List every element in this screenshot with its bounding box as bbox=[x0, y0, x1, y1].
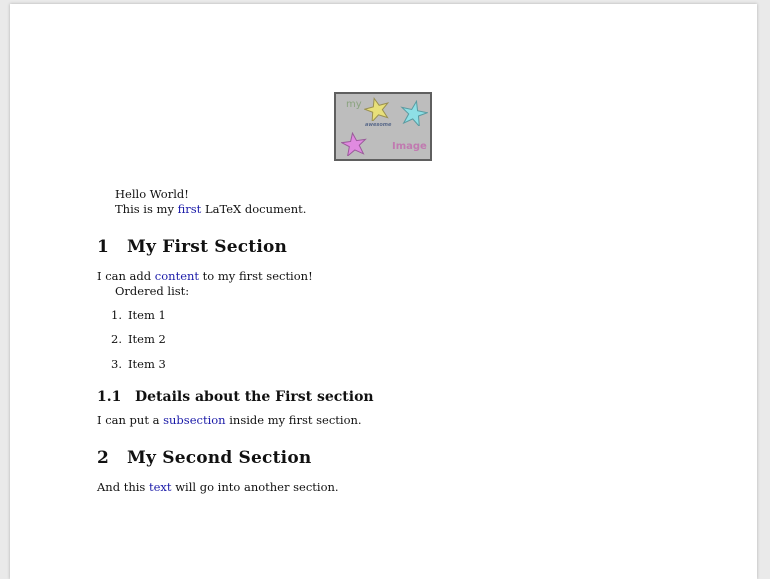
intro-line-hello: Hello World! bbox=[115, 187, 189, 201]
pink-star-icon bbox=[341, 132, 367, 156]
section-1-body-end: to my first section! bbox=[199, 269, 313, 283]
section-2-body-text: And this bbox=[97, 480, 149, 494]
ordered-list-label: Ordered list: bbox=[115, 284, 190, 298]
figure-word-awesome: awesome bbox=[365, 122, 392, 128]
subsection-1-1-heading: 1.1 Details about the First section bbox=[97, 389, 374, 405]
subsection-number: 1.1 bbox=[97, 389, 122, 405]
list-item-marker: 2. bbox=[111, 332, 122, 346]
intro-text: This is my bbox=[115, 202, 178, 216]
intro-text-end: LaTeX document. bbox=[201, 202, 307, 216]
section-2-body-end: will go into another section. bbox=[171, 480, 339, 494]
subsection-body-text: I can put a bbox=[97, 413, 164, 427]
figure-word-image: Image bbox=[392, 141, 427, 152]
section-1-heading: 1 My First Section bbox=[97, 237, 287, 257]
awesome-image-figure: my awesome Image bbox=[334, 92, 432, 161]
list-item-text: Item 3 bbox=[128, 357, 166, 371]
section-2-heading: 2 My Second Section bbox=[97, 448, 311, 468]
yellow-star-icon bbox=[364, 97, 390, 121]
section-1-body-text: I can add bbox=[97, 269, 155, 283]
section-2-keyword: text bbox=[149, 480, 172, 494]
subsection-1-1-body: I can put a subsection inside my first s… bbox=[97, 413, 362, 427]
list-item-text: Item 2 bbox=[128, 332, 166, 346]
list-item: 3. Item 3 bbox=[111, 357, 166, 371]
cyan-star-icon bbox=[400, 100, 428, 126]
section-1-number: 1 bbox=[97, 237, 110, 257]
list-item: 1. Item 1 bbox=[111, 308, 166, 322]
section-2-body: And this text will go into another secti… bbox=[97, 480, 339, 494]
section-1-body: I can add content to my first section! bbox=[97, 269, 313, 283]
list-item-marker: 3. bbox=[111, 357, 122, 371]
section-2-number: 2 bbox=[97, 448, 110, 468]
intro-keyword: first bbox=[177, 202, 202, 216]
section-2-title: My Second Section bbox=[127, 448, 312, 468]
list-item-marker: 1. bbox=[111, 308, 122, 322]
subsection-keyword: subsection bbox=[163, 413, 226, 427]
section-1-title: My First Section bbox=[127, 237, 288, 257]
document-page: my awesome Image Hello World! This is my… bbox=[10, 4, 757, 579]
subsection-title: Details about the First section bbox=[135, 389, 374, 405]
intro-line-first: This is my first LaTeX document. bbox=[115, 202, 306, 216]
subsection-body-end: inside my first section. bbox=[225, 413, 362, 427]
list-item-text: Item 1 bbox=[128, 308, 166, 322]
figure-word-my: my bbox=[346, 99, 362, 110]
list-item: 2. Item 2 bbox=[111, 332, 166, 346]
section-1-keyword: content bbox=[154, 269, 200, 283]
